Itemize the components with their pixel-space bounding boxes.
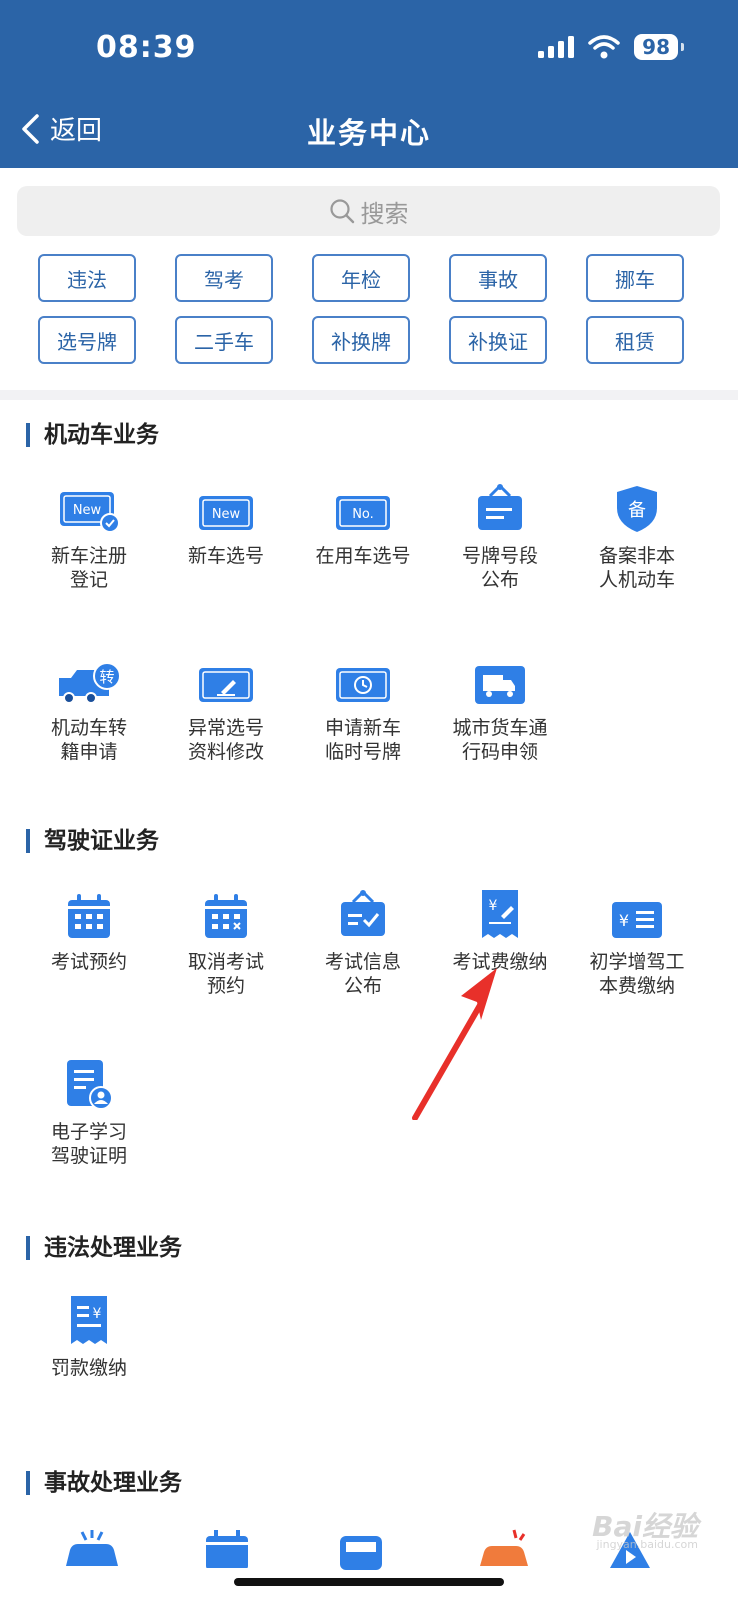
- tag-annual-inspection[interactable]: 年检: [312, 254, 410, 302]
- item-learner-fee-payment[interactable]: ¥ 初学增驾工 本费缴纳: [567, 884, 707, 998]
- doc-user-icon: [67, 1060, 113, 1110]
- item-label: 城市货车通 行码申领: [452, 717, 548, 763]
- item-abnormal-plate-edit[interactable]: 异常选号 资料修改: [156, 650, 296, 764]
- item-temporary-plate[interactable]: 申请新车 临时号牌: [293, 650, 433, 764]
- accident-car-icon: [480, 1529, 528, 1566]
- item-label: 机动车转 籍申请: [50, 717, 127, 763]
- search-placeholder: 搜索: [360, 199, 409, 228]
- svg-text:转: 转: [99, 668, 114, 686]
- item-truck-pass[interactable]: 城市货车通 行码申领: [430, 650, 570, 764]
- item-label: 备案非本 人机动车: [598, 545, 675, 591]
- item-label: 号牌号段 公布: [461, 545, 538, 591]
- item-fine-payment[interactable]: ¥ 罚款缴纳: [19, 1290, 159, 1380]
- status-icons: 98: [538, 34, 684, 60]
- section-title-violation: 违法处理业务: [26, 1236, 182, 1260]
- item-register-other-vehicle[interactable]: 备 备案非本 人机动车: [567, 478, 707, 592]
- number-plate-icon: No.: [336, 496, 390, 530]
- truck-pass-icon: [475, 666, 525, 704]
- search-bar[interactable]: 搜索: [17, 186, 720, 236]
- item-label: 新车注册 登记: [50, 545, 127, 591]
- svg-text:备: 备: [628, 500, 646, 521]
- fee-receipt-icon: ¥: [482, 890, 518, 938]
- tag-replace-plate[interactable]: 补换牌: [312, 316, 410, 364]
- item-cancel-exam-booking[interactable]: 取消考试 预约: [156, 884, 296, 998]
- item-label: 电子学习 驾驶证明: [50, 1121, 127, 1167]
- calendar-report-icon: [206, 1530, 248, 1568]
- item-label: 申请新车 临时号牌: [324, 717, 401, 763]
- item-in-use-plate[interactable]: No. 在用车选号: [293, 478, 433, 568]
- plate-clock-icon: [336, 668, 390, 702]
- home-indicator[interactable]: [234, 1578, 504, 1586]
- item-exam-booking[interactable]: 考试预约: [19, 884, 159, 974]
- section-divider: [0, 390, 738, 400]
- item-label: 考试预约: [50, 951, 127, 973]
- calendar-cancel-icon: [205, 894, 247, 938]
- svg-text:¥: ¥: [619, 911, 629, 930]
- item-label: 罚款缴纳: [50, 1357, 127, 1379]
- item-e-learning-certificate[interactable]: 电子学习 驾驶证明: [19, 1054, 159, 1168]
- tag-select-plate[interactable]: 选号牌: [38, 316, 136, 364]
- svg-text:New: New: [73, 503, 102, 518]
- item-vehicle-transfer[interactable]: 转 机动车转 籍申请: [19, 650, 159, 764]
- tag-used-car[interactable]: 二手车: [175, 316, 273, 364]
- item-label: 在用车选号: [315, 545, 411, 567]
- new-plate-check-icon: New: [60, 492, 120, 533]
- svg-text:No.: No.: [352, 507, 374, 522]
- top-bar: 08:39 98 返回 业务中心: [0, 0, 738, 168]
- bus-icon: [340, 1536, 382, 1570]
- item-new-car-plate[interactable]: New 新车选号: [156, 478, 296, 568]
- search-icon: [329, 199, 354, 224]
- tag-rental[interactable]: 租赁: [586, 316, 684, 364]
- new-plate-icon: New: [199, 496, 253, 530]
- item-label: 新车选号: [187, 545, 264, 567]
- truck-transfer-icon: 转: [59, 662, 121, 704]
- wifi-icon: [588, 35, 620, 59]
- item-label: 初学增驾工 本费缴纳: [589, 951, 685, 997]
- watermark-url: jingyan.baidu.com: [596, 1538, 698, 1551]
- svg-text:New: New: [212, 507, 241, 522]
- section-title-license: 驾驶证业务: [26, 829, 159, 853]
- svg-text:¥: ¥: [489, 898, 498, 914]
- tag-violation[interactable]: 违法: [38, 254, 136, 302]
- notice-board-icon: [478, 484, 522, 530]
- item-plate-segment-notice[interactable]: 号牌号段 公布: [430, 478, 570, 592]
- car-crash-icon: [66, 1530, 118, 1566]
- signal-icon: [538, 36, 575, 58]
- tag-driving-test[interactable]: 驾考: [175, 254, 273, 302]
- shield-bei-icon: 备: [617, 486, 657, 532]
- status-time: 08:39: [96, 30, 197, 65]
- item-label: 取消考试 预约: [187, 951, 264, 997]
- calendar-icon: [68, 894, 110, 938]
- section-title-accident: 事故处理业务: [26, 1471, 182, 1495]
- item-label: 异常选号 资料修改: [187, 717, 264, 763]
- annotation-arrow-icon: [412, 968, 497, 1120]
- plate-edit-icon: [199, 668, 253, 702]
- yuan-card-icon: ¥: [612, 902, 662, 938]
- svg-text:¥: ¥: [93, 1306, 102, 1322]
- notice-check-icon: [341, 890, 385, 936]
- item-new-car-registration[interactable]: New 新车注册 登记: [19, 478, 159, 592]
- tag-move-car[interactable]: 挪车: [586, 254, 684, 302]
- tag-replace-license[interactable]: 补换证: [449, 316, 547, 364]
- section-title-motor: 机动车业务: [26, 423, 159, 447]
- tag-accident[interactable]: 事故: [449, 254, 547, 302]
- fine-receipt-icon: ¥: [71, 1296, 107, 1344]
- battery-level: 98: [634, 34, 684, 60]
- page-title: 业务中心: [306, 116, 431, 150]
